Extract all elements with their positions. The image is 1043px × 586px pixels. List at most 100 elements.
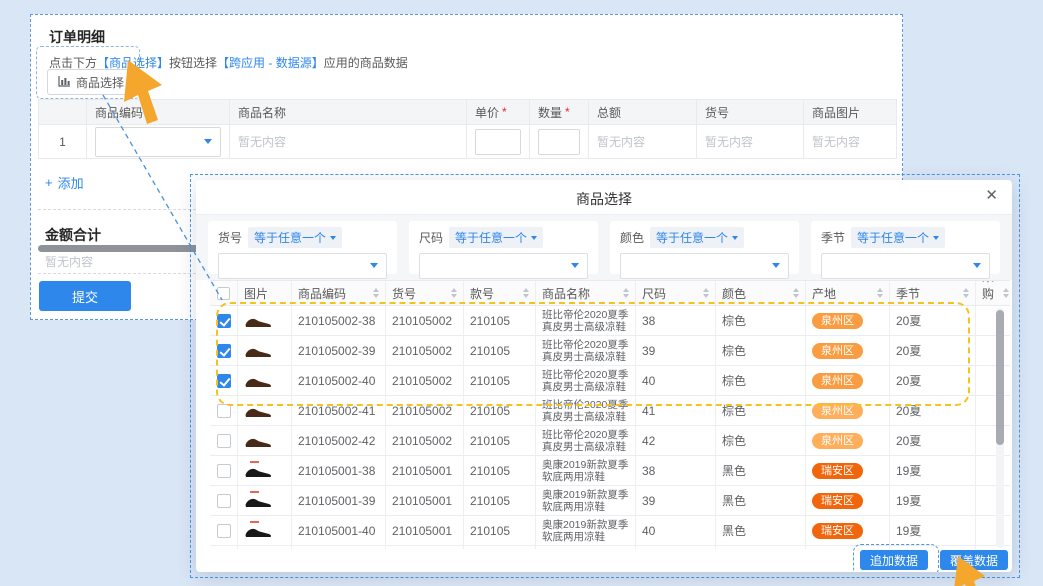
cell-item-no: 210105001 <box>386 456 464 485</box>
close-icon[interactable]: ✕ <box>985 187 998 205</box>
form-col-7: 商品图片 <box>804 100 897 124</box>
sort-icon[interactable] <box>619 288 629 298</box>
cell-style-no: 210105 <box>464 486 536 515</box>
instruction-middle: 按钮选择 <box>169 56 217 70</box>
sort-icon[interactable] <box>789 288 799 298</box>
filter-label: 季节 <box>821 229 845 246</box>
modal-col-label: 款号 <box>470 285 494 302</box>
cell-style-no: 210105 <box>464 516 536 545</box>
table-row[interactable]: 210105001-40210105001210105奥康2019新款夏季软底两… <box>210 516 1010 546</box>
product-code-select[interactable] <box>95 127 221 157</box>
unit-price-cell <box>467 125 530 158</box>
sort-down-icon <box>1003 294 1009 298</box>
product-code-cell <box>87 125 230 158</box>
product-image-cell <box>238 516 292 545</box>
unit-price-input[interactable] <box>475 129 521 155</box>
cell-price <box>976 366 1010 395</box>
cell-style-no: 210105 <box>464 426 536 455</box>
vertical-scrollbar[interactable] <box>996 308 1004 548</box>
cell-code: 210105002-42 <box>292 426 386 455</box>
row-checkbox[interactable] <box>217 494 231 508</box>
required-asterisk: * <box>146 105 151 119</box>
required-asterisk: * <box>565 105 570 119</box>
overwrite-data-button[interactable]: 覆盖数据 <box>940 550 1008 570</box>
append-button-annotation <box>853 544 939 572</box>
modal-col-label: 尺码 <box>642 285 666 302</box>
chevron-down-icon <box>732 236 738 240</box>
sort-icon[interactable] <box>447 288 457 298</box>
filter-operator-dropdown[interactable]: 等于任意一个 <box>449 227 543 248</box>
sort-icon[interactable] <box>369 288 379 298</box>
chevron-down-icon <box>973 263 981 268</box>
row-checkbox[interactable] <box>217 434 231 448</box>
filter-operator-dropdown[interactable]: 等于任意一个 <box>851 227 945 248</box>
sort-icon[interactable] <box>519 288 529 298</box>
totals-title: 金额合计 <box>45 225 101 245</box>
filter-operator-dropdown[interactable]: 等于任意一个 <box>248 227 342 248</box>
origin-badge: 瑞安区 <box>812 463 863 479</box>
form-col-3: 单价* <box>467 100 530 124</box>
filter-value-select[interactable] <box>419 253 588 279</box>
chevron-down-icon <box>370 263 378 268</box>
table-row[interactable]: 210105001-39210105001210105奥康2019新款夏季软底两… <box>210 486 1010 516</box>
filter-value-select[interactable] <box>620 253 789 279</box>
modal-col-label: 季节 <box>896 285 920 302</box>
sort-down-icon <box>623 294 629 298</box>
chevron-down-icon <box>772 263 780 268</box>
form-col-label: 商品名称 <box>238 104 286 121</box>
modal-title: 商品选择 <box>196 189 1012 209</box>
table-row[interactable]: 210105001-38210105001210105奥康2019新款夏季软底两… <box>210 456 1010 486</box>
sort-up-icon <box>963 288 969 292</box>
modal-col-label: 商品编码 <box>298 285 346 302</box>
form-col-2: 商品名称 <box>230 100 467 124</box>
sort-down-icon <box>877 294 883 298</box>
cell-origin: 瑞安区 <box>806 516 890 545</box>
quantity-cell <box>530 125 589 158</box>
sort-down-icon <box>963 294 969 298</box>
sort-icon[interactable] <box>699 288 709 298</box>
filter-operator-label: 等于任意一个 <box>254 229 326 246</box>
product-select-button[interactable]: 商品选择 <box>47 69 135 95</box>
filter-group-0: 货号 等于任意一个 <box>208 221 397 274</box>
row-select-cell <box>210 516 238 545</box>
table-row[interactable]: 210105002-42210105002210105班比帝伦2020夏季真皮男… <box>210 426 1010 456</box>
filter-bar: 货号 等于任意一个 尺码 等于任意一个 颜色 等于任意一个 <box>196 215 1012 280</box>
order-table-header: 商品编码*商品名称单价*数量*总额货号商品图片 <box>38 99 897 125</box>
cell-size: 39 <box>636 486 716 515</box>
filter-operator-label: 等于任意一个 <box>857 229 929 246</box>
filter-group-1: 尺码 等于任意一个 <box>409 221 598 274</box>
select-all-checkbox[interactable] <box>217 287 230 300</box>
filter-label: 颜色 <box>620 229 644 246</box>
cell-price <box>976 426 1010 455</box>
form-col-1: 商品编码* <box>87 100 230 124</box>
cell-price <box>976 306 1010 335</box>
filter-operator-dropdown[interactable]: 等于任意一个 <box>650 227 744 248</box>
sort-down-icon <box>703 294 709 298</box>
sort-icon[interactable] <box>999 288 1009 298</box>
filter-label: 尺码 <box>419 229 443 246</box>
row-checkbox[interactable] <box>217 524 231 538</box>
chevron-down-icon <box>933 236 939 240</box>
sort-icon[interactable] <box>873 288 883 298</box>
add-row-button[interactable]: + 添加 <box>45 173 84 192</box>
filter-value-select[interactable] <box>821 253 990 279</box>
sort-icon[interactable] <box>959 288 969 298</box>
row-checkbox[interactable] <box>217 464 231 478</box>
cell-origin: 瑞安区 <box>806 486 890 515</box>
cell-price <box>976 396 1010 425</box>
filter-value-select[interactable] <box>218 253 387 279</box>
cell-code: 210105001-40 <box>292 516 386 545</box>
cell-name: 奥康2019新款夏季软底两用凉鞋 <box>536 486 636 515</box>
sort-down-icon <box>451 294 457 298</box>
vertical-scrollbar-thumb[interactable] <box>996 310 1004 445</box>
quantity-input[interactable] <box>538 129 580 155</box>
cell-code: 210105001-39 <box>292 486 386 515</box>
product-name-cell: 暂无内容 <box>230 125 467 158</box>
origin-badge: 瑞安区 <box>812 523 863 539</box>
selected-rows-annotation <box>216 302 970 406</box>
cell-item-no: 210105002 <box>386 426 464 455</box>
form-col-label: 总额 <box>597 104 621 121</box>
order-detail-title: 订单明细 <box>49 27 105 47</box>
origin-badge: 瑞安区 <box>812 493 863 509</box>
submit-button[interactable]: 提交 <box>39 281 131 311</box>
